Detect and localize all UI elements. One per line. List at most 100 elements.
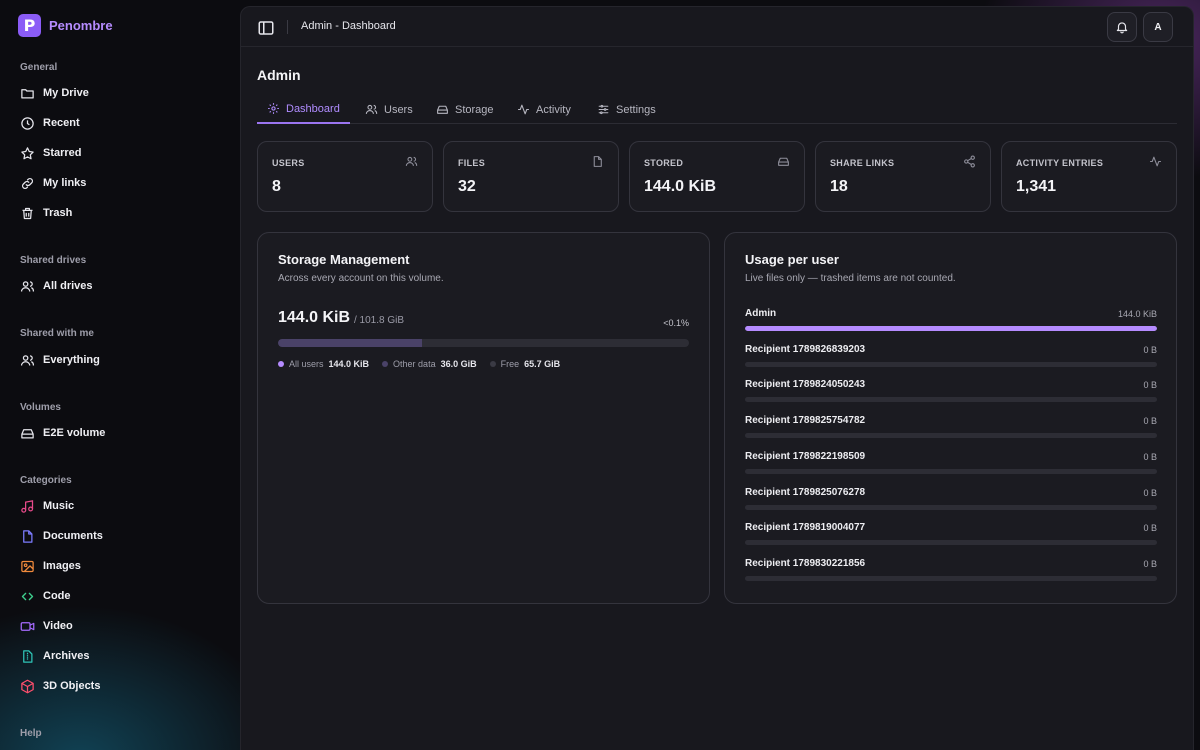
breadcrumb: Admin - Dashboard (301, 20, 396, 32)
brand-name: Penombre (49, 18, 113, 33)
tab-storage[interactable]: Storage (426, 95, 504, 124)
legend-item-other-data: Other data 36.0 GiB (382, 359, 477, 369)
star-icon (20, 146, 35, 161)
sidebar-item-trash[interactable]: Trash (20, 203, 72, 223)
sidebar-item-code[interactable]: Code (20, 586, 71, 606)
stat-value: 32 (458, 178, 476, 195)
user-size: 144.0 KiB (1117, 309, 1157, 319)
legend-value: 65.7 GiB (524, 359, 561, 369)
stat-label: STORED (644, 158, 684, 168)
sidebar-item-label: Images (43, 560, 81, 572)
sidebar-item-recent[interactable]: Recent (20, 113, 80, 133)
sidebar-item-my-links[interactable]: My links (20, 173, 86, 193)
section-title-shared-with-me: Shared with me (20, 328, 94, 339)
image-icon (20, 559, 35, 574)
user-usage-row: Recipient 1789824050243 0 B (745, 379, 1157, 409)
sidebar-item-e2e-volume[interactable]: E2E volume (20, 423, 105, 443)
panel-subtitle: Live files only — trashed items are not … (745, 273, 956, 284)
stat-label: SHARE LINKS (830, 158, 895, 168)
archive-icon (20, 649, 35, 664)
tab-settings[interactable]: Settings (587, 95, 666, 124)
tab-users[interactable]: Users (355, 95, 423, 124)
storage-progress-bar (278, 339, 689, 347)
tab-activity[interactable]: Activity (507, 95, 581, 124)
users-icon (405, 155, 418, 168)
topbar: Admin - Dashboard A (241, 7, 1193, 47)
sidebar-item-archives[interactable]: Archives (20, 646, 89, 666)
panel-subtitle: Across every account on this volume. (278, 273, 444, 284)
sidebar-item-3d-objects[interactable]: 3D Objects (20, 676, 100, 696)
user-usage-row: Recipient 1789819004077 0 B (745, 522, 1157, 552)
legend-item-all-users: All users 144.0 KiB (278, 359, 369, 369)
user-size: 0 B (1143, 451, 1157, 462)
user-size: 0 B (1143, 487, 1157, 498)
tab-label: Storage (455, 103, 494, 116)
sidebar-item-my-drive[interactable]: My Drive (20, 83, 89, 103)
tab-label: Dashboard (286, 102, 340, 115)
sidebar-item-label: Recent (43, 117, 80, 129)
sliders-icon (598, 104, 609, 115)
legend-name: All users (289, 359, 324, 369)
bell-icon (1116, 22, 1128, 34)
cube-icon (20, 679, 35, 694)
legend-item-free: Free 65.7 GiB (489, 359, 561, 369)
sidebar-item-documents[interactable]: Documents (20, 526, 103, 546)
sidebar-item-label: My Drive (43, 87, 89, 99)
legend-name: Free (500, 359, 520, 369)
storage-legend: All users 144.0 KiB Other data 36.0 GiB … (278, 359, 560, 369)
tab-label: Settings (616, 103, 656, 116)
sidebar-item-music[interactable]: Music (20, 496, 74, 516)
users-icon (365, 104, 378, 114)
page-title: Admin (257, 67, 301, 83)
sidebar-toggle-icon (258, 21, 274, 35)
user-usage-bar (745, 433, 1157, 439)
section-title-categories: Categories (20, 475, 72, 486)
legend-dot (278, 361, 284, 367)
sidebar-item-label: Video (43, 620, 73, 632)
storage-management-panel: Storage Management Across every account … (257, 232, 710, 604)
user-usage-row: Admin 144.0 KiB (745, 308, 1157, 338)
sidebar-item-label: All drives (43, 280, 93, 292)
clock-icon (20, 116, 35, 131)
sidebar-item-label: E2E volume (43, 427, 106, 439)
tab-label: Users (384, 103, 413, 116)
sidebar-item-video[interactable]: Video (20, 616, 73, 636)
stat-card-activity-entries: ACTIVITY ENTRIES 1,341 (1001, 141, 1177, 212)
admin-tabs: Dashboard Users Storage Activity Setting… (257, 95, 1177, 124)
user-size: 0 B (1143, 344, 1157, 355)
stat-value: 8 (272, 178, 281, 195)
user-name: Recipient 1789825076278 (745, 486, 866, 498)
legend-dot (489, 361, 496, 367)
sidebar-item-label: Starred (43, 147, 82, 159)
stat-card-share-links: SHARE LINKS 18 (815, 141, 991, 212)
link-icon (20, 176, 35, 191)
drive-icon (437, 105, 448, 114)
user-usage-row: Recipient 1789825754782 0 B (745, 415, 1157, 445)
sidebar-toggle-button[interactable] (257, 19, 275, 37)
section-title-help: Help (20, 728, 42, 739)
sidebar-item-starred[interactable]: Starred (20, 143, 82, 163)
video-icon (20, 619, 35, 634)
gear-icon (268, 103, 279, 114)
sidebar-item-all-drives[interactable]: All drives (20, 276, 93, 296)
avatar[interactable]: A (1143, 12, 1173, 42)
stat-value: 1,341 (1016, 178, 1057, 195)
user-name: Recipient 1789825754782 (745, 415, 866, 427)
stat-label: ACTIVITY ENTRIES (1016, 158, 1104, 168)
sidebar-item-everything[interactable]: Everything (20, 350, 100, 370)
sidebar-item-label: Music (43, 500, 75, 512)
user-usage-bar (745, 540, 1157, 546)
usage-per-user-panel: Usage per user Live files only — trashed… (724, 232, 1177, 604)
users-icon (20, 353, 35, 368)
user-usage-row: Recipient 1789825076278 0 B (745, 487, 1157, 517)
user-name: Admin (745, 308, 777, 319)
sidebar-item-images[interactable]: Images (20, 556, 81, 576)
legend-name: Other data (393, 359, 436, 369)
notifications-button[interactable] (1107, 12, 1137, 42)
activity-icon (518, 104, 529, 115)
brand[interactable]: P Penombre (18, 14, 113, 37)
tab-dashboard[interactable]: Dashboard (257, 95, 350, 124)
user-usage-row: Recipient 1789822198509 0 B (745, 451, 1157, 481)
document-icon (20, 529, 35, 544)
users-icon (20, 279, 35, 294)
